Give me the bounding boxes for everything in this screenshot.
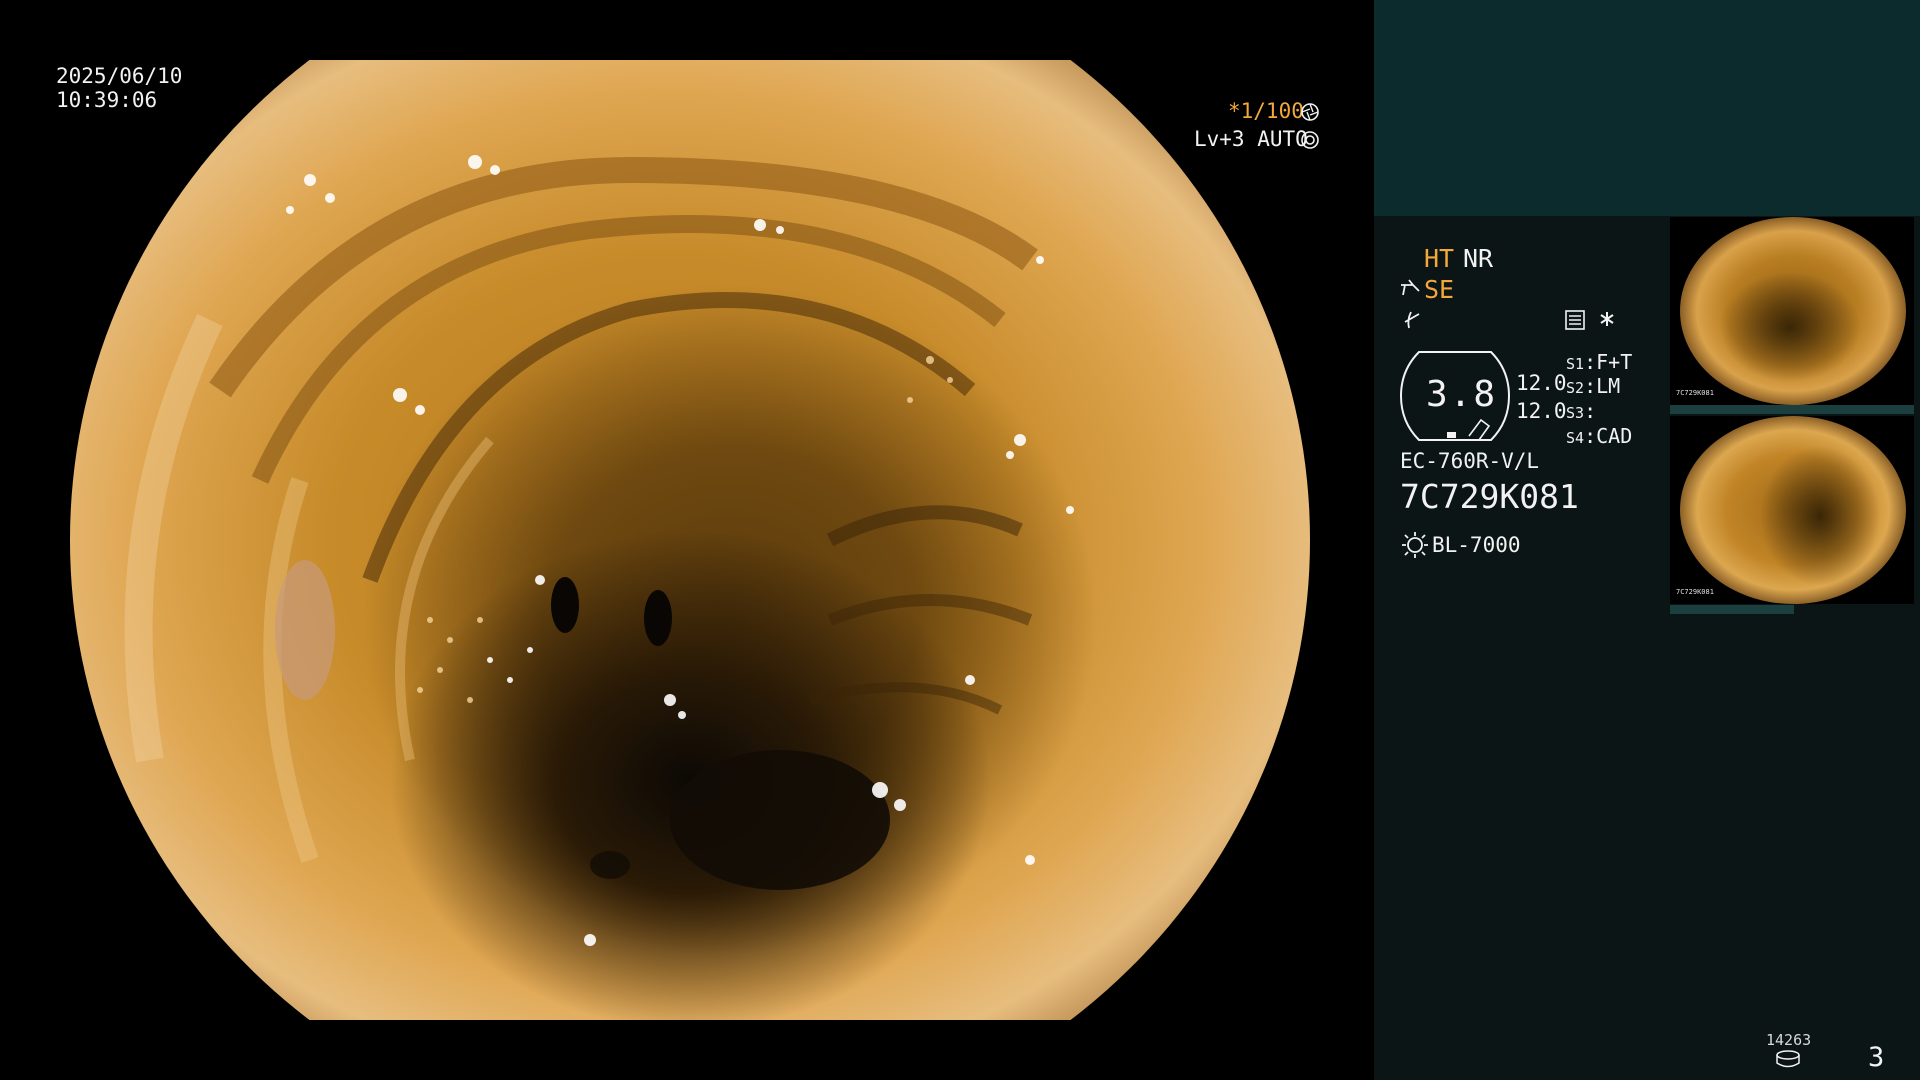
switch-s1-label: S1 <box>1566 355 1585 373</box>
thumbnail-divider <box>1670 405 1914 414</box>
switch-s2: S2:LM <box>1566 374 1621 398</box>
scope-image <box>70 60 1310 1020</box>
memory-card-icon <box>1565 310 1585 330</box>
panel-top-band <box>1374 0 1920 216</box>
thumbnail-image <box>1680 416 1906 604</box>
auto-iris-icon <box>1301 131 1319 149</box>
page-number: 3 <box>1868 1042 1885 1073</box>
switch-s2-label: S2 <box>1566 379 1585 397</box>
aperture-icon <box>1301 103 1319 121</box>
asterisk-icon <box>1600 312 1614 326</box>
thumbnail-image <box>1680 217 1906 405</box>
shutter-speed: *1/100 <box>1228 99 1304 123</box>
image-count: 14263 <box>1766 1031 1812 1049</box>
ht-indicator: HT <box>1424 244 1455 273</box>
switch-s4-label: S4 <box>1566 429 1585 447</box>
endoscope-screen: 2025/06/10 10:39:06 *1/100 Lv+3 AUTO HT … <box>0 0 1920 1080</box>
storage-icon <box>1776 1050 1800 1068</box>
date-display: 2025/06/10 <box>56 64 183 88</box>
structure-enhance-icon <box>1401 279 1420 296</box>
iris-level: Lv+3 AUTO <box>1194 127 1308 151</box>
thumbnail-progress-bar <box>1670 605 1794 614</box>
se-indicator: SE <box>1424 275 1455 304</box>
thumbnail-caption: 7C729K081 <box>1676 588 1714 596</box>
switch-s2-value: LM <box>1596 374 1621 398</box>
brightness-value-1: 12.0 <box>1516 371 1567 395</box>
lamp-icon <box>1402 532 1428 558</box>
captured-thumbnail-1[interactable]: 7C729K081 <box>1670 217 1914 405</box>
switch-s3-label: S3 <box>1566 404 1585 422</box>
scope-model: EC-760R-V/L <box>1400 449 1540 473</box>
scope-serial: 7C729K081 <box>1400 477 1579 516</box>
captured-thumbnail-2[interactable]: 7C729K081 <box>1670 416 1914 604</box>
switch-s1: S1:F+T <box>1566 350 1633 374</box>
switch-s1-value: F+T <box>1596 350 1633 374</box>
thumbnail-caption: 7C729K081 <box>1676 389 1714 397</box>
brightness-value-2: 12.0 <box>1516 399 1567 423</box>
switch-s4: S4:CAD <box>1566 424 1633 448</box>
zoom-value: 3.8 <box>1426 374 1498 415</box>
color-mode-icon <box>1404 311 1420 329</box>
time-display: 10:39:06 <box>56 88 158 112</box>
endoscope-video: 2025/06/10 10:39:06 *1/100 Lv+3 AUTO <box>0 0 1374 1080</box>
switch-s3: S3: <box>1566 399 1597 423</box>
nr-indicator: NR <box>1463 244 1494 273</box>
colon-lumen-illustration <box>124 155 1074 946</box>
switch-s4-value: CAD <box>1596 424 1633 448</box>
light-source-model: BL-7000 <box>1432 533 1521 557</box>
